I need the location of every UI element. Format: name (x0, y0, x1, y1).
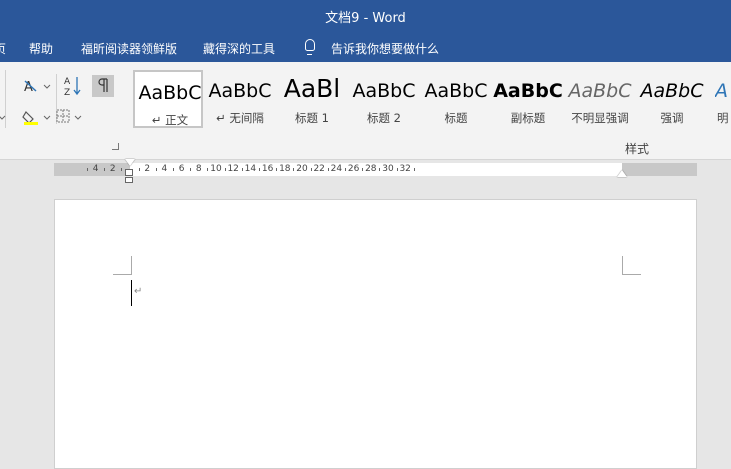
svg-text:Z: Z (64, 88, 70, 97)
style-name: ↵ 无间隔 (216, 111, 264, 125)
tab-help[interactable]: 帮助 (29, 40, 53, 57)
tab-page-layout[interactable]: 页 (0, 40, 6, 57)
style-name: ↵ 正文 (151, 113, 189, 127)
ruler-tick (241, 168, 243, 171)
hanging-indent-marker[interactable] (125, 169, 133, 176)
ruler-number: 16 (261, 164, 274, 174)
style-preview: AaBl (283, 74, 341, 103)
ruler-number: 8 (195, 164, 202, 174)
style-name: 强调 (660, 111, 684, 125)
style-preview: AaBbC (640, 80, 704, 102)
ruler-number: 24 (330, 164, 343, 174)
margin-corner-top-right (622, 256, 641, 275)
ruler-number: 4 (92, 164, 99, 174)
paragraph-dialog-launcher-icon[interactable] (112, 143, 119, 150)
styles-group-label: 样式 (625, 142, 650, 156)
ruler-tick (293, 168, 295, 171)
style-emphasis[interactable]: AaBbC 强调 (637, 70, 707, 128)
ruler-tick (207, 168, 209, 171)
svg-text:A: A (64, 77, 71, 87)
ruler-tick (362, 168, 364, 171)
right-indent-marker[interactable] (617, 170, 627, 177)
ruler-number: 2 (109, 164, 116, 174)
ruler-number: 22 (313, 164, 325, 174)
sort-icon[interactable]: A Z (63, 75, 83, 97)
ruler-tick (276, 168, 278, 171)
ruler-number: 28 (365, 164, 377, 174)
style-no-spacing[interactable]: AaBbC ↵ 无间隔 (205, 70, 275, 128)
style-subtitle[interactable]: AaBbC 副标题 (493, 70, 563, 128)
ruler-number: 32 (399, 164, 411, 174)
style-name: 标题 1 (295, 111, 329, 125)
ruler-tick (310, 168, 312, 171)
ruler-number: 26 (347, 164, 360, 174)
style-heading-2[interactable]: AaBbC 标题 2 (349, 70, 419, 128)
ruler-tick (259, 168, 260, 171)
ruler-number: 20 (296, 164, 308, 174)
ruler-tick (224, 168, 226, 171)
ruler-tick (104, 168, 106, 171)
menu-bar: 页 帮助 福昕阅读器领鲜版 藏得深的工具 告诉我你想要做什么 (0, 32, 731, 62)
style-preview: AaBbC (138, 82, 202, 104)
ribbon: A A Z AaBbC ↵ 正文 AaBbC ↵ 无间隔 AaBl 标题 1 A… (0, 62, 731, 160)
style-title[interactable]: AaBbC 标题 (421, 70, 491, 128)
ruler-tick (173, 168, 174, 171)
document-page[interactable]: ↵ (54, 199, 697, 469)
borders-icon[interactable] (55, 108, 85, 126)
show-hide-marks-icon[interactable] (92, 75, 114, 97)
ruler-tick (190, 168, 192, 171)
ruler-tick (396, 168, 398, 171)
horizontal-ruler[interactable]: 4 2 2 4 6 8 10 12 14 16 18 20 22 24 26 28 30 32 (54, 163, 697, 176)
lightbulb-icon (305, 39, 315, 55)
style-heading-1[interactable]: AaBl 标题 1 (277, 70, 347, 128)
ruler-tick (345, 168, 346, 171)
chevron-down-icon[interactable] (0, 114, 6, 122)
ruler-tick (87, 168, 88, 171)
left-indent-marker[interactable] (125, 177, 133, 183)
window-title: 文档9 - Word (325, 11, 406, 26)
styles-gallery: AaBbC ↵ 正文 AaBbC ↵ 无间隔 AaBl 标题 1 AaBbC 标… (133, 70, 731, 132)
ruler-tick (327, 168, 329, 171)
style-preview: AaBbC (493, 80, 563, 102)
first-line-indent-marker[interactable] (125, 159, 135, 166)
style-preview: A (715, 80, 728, 102)
ruler-number: 30 (382, 164, 394, 174)
style-preview: AaBbC (352, 80, 416, 102)
ruler-number: 14 (244, 164, 257, 174)
ruler-tick (121, 168, 123, 171)
ruler-tick (413, 168, 415, 171)
ruler-number: 4 (161, 164, 168, 174)
style-preview: AaBbC (568, 80, 632, 102)
shading-icon[interactable] (22, 108, 52, 126)
ruler-number: 2 (144, 164, 151, 174)
ruler-number: 10 (210, 164, 222, 174)
margin-corner-top-left (113, 256, 132, 275)
style-name: 明 (717, 111, 729, 125)
ruler-number: 12 (227, 164, 239, 174)
title-bar: 文档9 - Word (0, 0, 731, 32)
style-name: 标题 (444, 111, 468, 125)
tell-me-search[interactable]: 告诉我你想要做什么 (331, 40, 439, 57)
style-name: 不明显强调 (571, 111, 629, 125)
ruler-tick (138, 168, 140, 171)
text-direction-icon[interactable]: A (22, 77, 52, 95)
style-subtle-emphasis[interactable]: AaBbC 不明显强调 (565, 70, 635, 128)
style-preview: AaBbC (424, 80, 488, 102)
style-name: 副标题 (510, 111, 546, 125)
style-intense-emphasis[interactable]: A 明 (709, 70, 731, 128)
style-preview: AaBbC (208, 80, 272, 102)
ruler-tick (379, 168, 381, 171)
ruler-number: 6 (178, 164, 185, 174)
paragraph-mark: ↵ (134, 286, 143, 297)
ruler-tick (155, 168, 157, 171)
tab-foxit-reader[interactable]: 福昕阅读器领鲜版 (81, 40, 177, 57)
tab-hidden-tools[interactable]: 藏得深的工具 (203, 40, 275, 57)
ruler-number: 18 (279, 164, 291, 174)
text-cursor (131, 280, 132, 306)
style-normal[interactable]: AaBbC ↵ 正文 (133, 70, 203, 128)
style-name: 标题 2 (367, 111, 401, 125)
